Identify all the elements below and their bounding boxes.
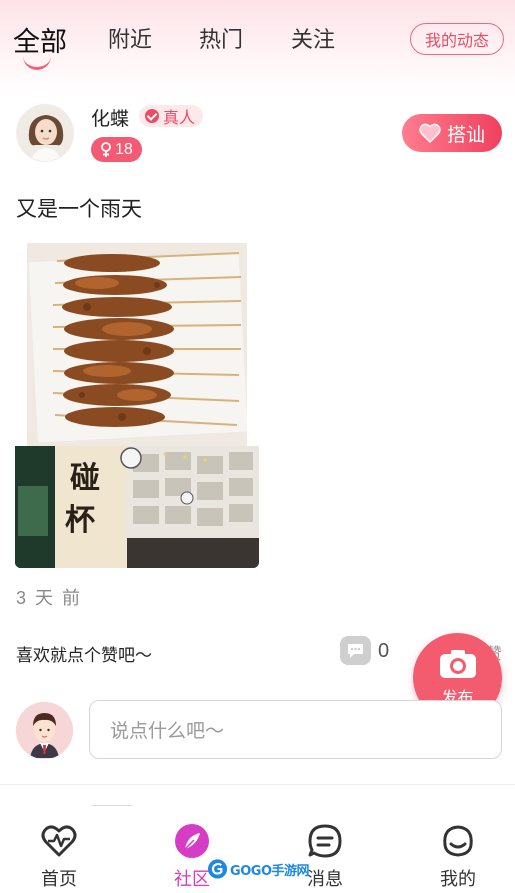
age-value: 18 — [115, 140, 133, 158]
post-photo-restaurant[interactable]: 碰 杯 — [15, 446, 259, 568]
heart-icon — [419, 123, 441, 143]
like-hint-text: 喜欢就点个赞吧～ — [16, 646, 152, 665]
site-watermark: GOGO手游网 — [207, 856, 309, 882]
active-tab-indicator — [23, 56, 51, 70]
nav-community-label: 社区 — [174, 869, 210, 889]
tab-following[interactable]: 关注 — [291, 22, 335, 54]
post-author-avatar[interactable] — [16, 104, 74, 162]
post-username[interactable]: 化蝶 — [91, 104, 129, 131]
nav-mine-label: 我的 — [440, 869, 476, 889]
profile-icon — [439, 822, 477, 860]
comment-icon[interactable] — [340, 636, 371, 665]
comment-count: 0 — [378, 640, 390, 662]
chat-up-button[interactable]: 搭讪 — [402, 114, 502, 152]
post-time: 3 天 前 — [16, 588, 83, 608]
tab-hot[interactable]: 热门 — [199, 22, 243, 54]
gender-age-badge: 18 — [91, 137, 142, 162]
verified-real-badge: 真人 — [139, 105, 204, 127]
post-text: 又是一个雨天 — [16, 198, 142, 221]
tab-all[interactable]: 全部 — [13, 20, 67, 59]
message-icon — [306, 822, 344, 860]
nav-home[interactable]: 首页 — [9, 806, 109, 893]
nav-messages-label: 消息 — [307, 869, 343, 889]
chat-up-label: 搭讪 — [446, 124, 485, 146]
feather-icon — [173, 822, 211, 860]
my-activity-button[interactable]: 我的动态 — [410, 23, 504, 55]
tab-nearby[interactable]: 附近 — [108, 22, 152, 54]
nav-home-label: 首页 — [41, 869, 77, 889]
comment-input[interactable]: 说点什么吧～ — [89, 700, 502, 759]
post-photo-skewers[interactable] — [27, 243, 247, 446]
nav-mine[interactable]: 我的 — [408, 806, 508, 893]
camera-icon — [439, 649, 476, 678]
svg-text:杯: 杯 — [65, 503, 95, 538]
verified-check-icon — [145, 109, 159, 123]
heart-pulse-icon — [40, 822, 78, 860]
top-header: 全部 附近 热门 关注 我的动态 — [0, 0, 515, 92]
female-symbol-icon — [101, 141, 111, 157]
my-avatar — [16, 702, 73, 759]
watermark-logo-icon — [207, 859, 228, 879]
verified-label: 真人 — [163, 110, 196, 127]
svg-text:碰: 碰 — [70, 461, 100, 496]
watermark-text: GOGO手游网 — [230, 863, 309, 879]
